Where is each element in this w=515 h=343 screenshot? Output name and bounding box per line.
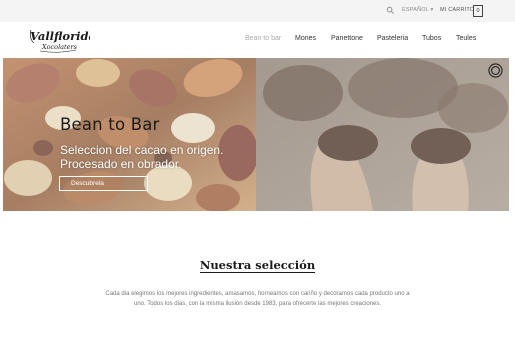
search-icon[interactable] [386, 6, 395, 15]
section-title-text: Nuestra selección [199, 258, 316, 273]
cart-link[interactable]: MI CARRITO [440, 7, 474, 13]
section-description: Cada dia elegimos los mejores ingredient… [105, 291, 410, 307]
main-navigation: Bean to bar Mones Panettone Pasteleria T… [0, 35, 515, 47]
hero-subtitle-line1: Seleccion del cacao en origen. [60, 143, 224, 157]
cart-count-badge[interactable]: 0 [473, 5, 483, 17]
hero-banner: Bean to Bar Seleccion del cacao en orige… [3, 58, 509, 211]
top-utility-bar: ESPAÑOL ▾ MI CARRITO 0 [0, 0, 515, 22]
nav-item-bean-to-bar[interactable]: Bean to bar [245, 35, 281, 42]
nav-item-tubos[interactable]: Tubos [422, 35, 441, 42]
slider-control-icon[interactable] [488, 63, 503, 78]
hero-subtitle-line2: Procesado en obrador. [60, 157, 182, 171]
nav-item-pasteleria[interactable]: Pasteleria [377, 35, 408, 42]
site-header: Vallflorida Xocolaters Bean to bar Mones… [0, 22, 515, 58]
language-selector[interactable]: ESPAÑOL ▾ [402, 7, 433, 13]
nav-item-mones[interactable]: Mones [295, 35, 316, 42]
discover-button[interactable]: Descubrela [59, 176, 148, 191]
nav-item-panettone[interactable]: Panettone [331, 35, 363, 42]
hero-title: Bean to Bar [60, 115, 160, 134]
section-title: Nuestra selección [0, 258, 515, 273]
nav-item-teules[interactable]: Teules [456, 35, 476, 42]
